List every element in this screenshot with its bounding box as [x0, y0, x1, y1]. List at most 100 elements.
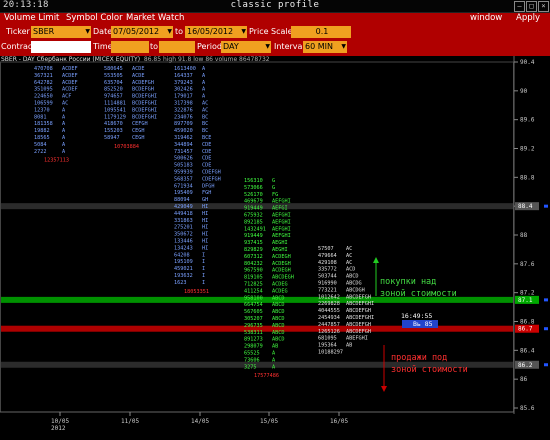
profile-volume: 916990 — [318, 281, 337, 287]
profile-volume: 852520 — [104, 87, 123, 93]
profile-letters: ABCDEFGHI — [346, 301, 374, 307]
profile-volume: 2447857 — [318, 322, 340, 328]
date-from-picker[interactable]: 07/05/2012 ▼ — [111, 26, 173, 38]
profile-volume: 317398 — [174, 101, 193, 107]
profile-volume: 193632 — [174, 273, 193, 279]
ticker-select[interactable]: SBER ▼ — [31, 26, 91, 38]
period-select[interactable]: DAY ▼ — [221, 41, 271, 53]
profile-volume: 675932 — [244, 213, 263, 219]
profile-volume: 1613400 — [174, 66, 196, 72]
price-scale-input[interactable]: 0.1 — [291, 26, 351, 38]
profile-letters: AB — [272, 344, 278, 350]
profile-volume: 106599 — [34, 101, 53, 107]
profile-volume: 804232 — [244, 261, 263, 267]
profile-letters: AEFGHI — [272, 226, 291, 232]
profile-volume: 891273 — [244, 337, 263, 343]
profile-letters: AEFGHI — [272, 213, 291, 219]
profile-letters: HI — [202, 232, 208, 238]
price-tick-label: 90 — [520, 88, 528, 95]
profile-volume: 12370 — [34, 107, 50, 113]
profile-volume: 335772 — [318, 267, 337, 273]
close-icon[interactable]: × — [538, 1, 549, 12]
profile-volume: 892185 — [244, 219, 263, 225]
time-to-input[interactable]: 18:30 — [159, 41, 195, 53]
date-label: Date — [93, 27, 113, 36]
profile-volume: 958100 — [244, 295, 263, 301]
profile-volume: 974657 — [104, 94, 123, 100]
maximize-icon[interactable]: □ — [526, 1, 537, 12]
profile-letters: AC — [346, 246, 352, 252]
market-profile-chart[interactable]: 470708 ACDEF 367321 ACDEF 642782 ACDEF 351095 A… — [0, 56, 550, 440]
profile-volume: 919449 — [244, 233, 263, 239]
profile-letters: ABCD — [272, 295, 285, 301]
price-marker-label: 86.2 — [518, 362, 533, 369]
price-tick-label: 85.6 — [520, 405, 535, 412]
profile-volume: 164337 — [174, 73, 193, 79]
profile-letters: I — [202, 273, 205, 279]
profile-volume: 234076 — [174, 114, 193, 120]
price-marker-handle — [544, 298, 548, 302]
time-from-input[interactable]: 08:00 — [111, 41, 149, 53]
profile-volume: 319462 — [174, 135, 193, 141]
profile-letters: BCDEFGHI — [132, 94, 157, 100]
profile-volume: 18565 — [34, 135, 50, 141]
profile-letters: CEFGH — [132, 121, 148, 127]
price-scale-label: Price Scale — [249, 27, 293, 36]
profile-volume: 553505 — [104, 73, 123, 79]
price-marker-handle — [544, 363, 548, 367]
profile-volume: 829829 — [244, 247, 263, 253]
instrument-title: SBER - DAY Сбербанк России (MICEX EQUITY… — [1, 56, 141, 63]
date-tick-label: 10/05 — [51, 418, 69, 425]
profile-volume: 1179129 — [104, 114, 126, 120]
profile-volume: 479664 — [318, 253, 337, 259]
price-marker-handle — [544, 327, 548, 331]
profile-letters: ACDEFGH — [132, 80, 154, 86]
profile-letters: CEGH — [132, 135, 145, 141]
profile-volume: 58947 — [104, 135, 120, 141]
profile-volume: 181358 — [34, 121, 53, 127]
profile-letters: I — [202, 266, 205, 272]
profile-letters: ABCDG — [346, 281, 362, 287]
profile-volume: 671934 — [174, 183, 193, 189]
contract-input[interactable] — [31, 41, 91, 53]
menu-symbol-color[interactable]: Symbol Color — [66, 13, 123, 24]
menu-window[interactable]: window — [470, 13, 502, 24]
menu-volume-limit[interactable]: Volume Limit — [4, 13, 59, 24]
profile-volume: 275201 — [174, 225, 193, 231]
profile-volume: 567605 — [244, 309, 263, 315]
date-tick-year: 2012 — [51, 425, 66, 432]
ticker-label: Ticker — [6, 27, 30, 36]
date-tick-label: 11/05 — [121, 418, 139, 425]
profile-volume: 681095 — [318, 336, 337, 342]
profile-letters: GH — [202, 197, 208, 203]
profile-letters: ACDEGH — [272, 261, 291, 267]
profile-volume: 2269828 — [318, 301, 340, 307]
profile-letters: ABCD — [272, 302, 285, 308]
apply-button[interactable]: Apply — [516, 13, 540, 24]
price-tick-label: 87.2 — [520, 290, 535, 297]
profile-letters: ABCDGH — [346, 287, 365, 293]
profile-volume: 449418 — [174, 211, 193, 217]
profile-letters: ACDEG — [272, 288, 288, 294]
profile-letters: ABCDEFGH — [346, 294, 371, 300]
profile-letters: ABCD — [272, 323, 285, 329]
profile-letters: AEFGHI — [272, 199, 291, 205]
date-to-picker[interactable]: 16/05/2012 ▼ — [185, 26, 247, 38]
interval-select[interactable]: 60 MIN ▼ — [303, 41, 347, 53]
profile-letters: G — [272, 178, 275, 184]
profile-volume: 298079 — [244, 344, 263, 350]
minimize-icon[interactable]: – — [514, 1, 525, 12]
profile-volume: 580645 — [104, 66, 123, 72]
profile-letters: BCDEFGHI — [132, 107, 157, 113]
profile-volume: 411254 — [244, 288, 263, 294]
sell-annotation-line1: продажи под — [391, 353, 447, 363]
profile-volume: 155203 — [104, 128, 123, 134]
profile-volume: 459021 — [174, 266, 193, 272]
price-marker-label: 86.7 — [518, 326, 533, 333]
profile-volume: 367321 — [34, 73, 53, 79]
menu-market-watch[interactable]: Market Watch — [126, 13, 184, 24]
profile-letters: CDEFGH — [202, 176, 221, 182]
profile-letters: I — [202, 259, 205, 265]
profile-volume: 5084 — [34, 142, 47, 148]
profile-total-volume: 10703884 — [114, 144, 139, 150]
